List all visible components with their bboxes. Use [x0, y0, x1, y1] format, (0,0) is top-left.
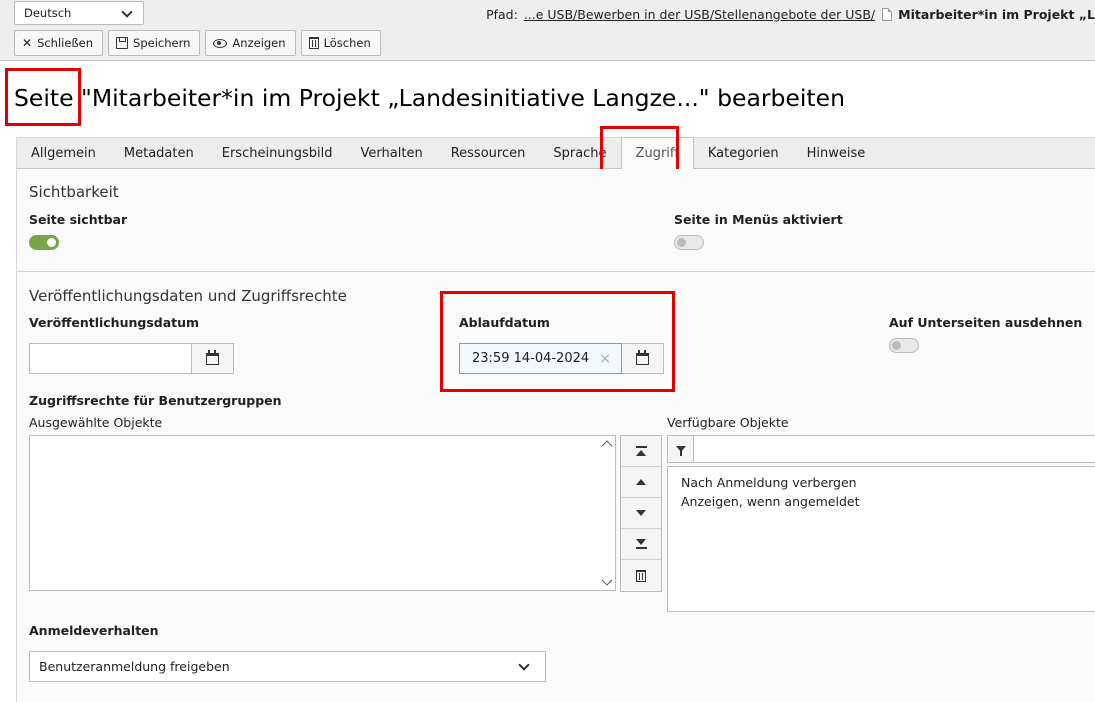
- trash-icon: [308, 37, 319, 49]
- delete-button-label: Löschen: [323, 36, 371, 50]
- login-behaviour-value: Benutzeranmeldung freigeben: [39, 659, 230, 674]
- login-behaviour-label: Anmeldeverhalten: [29, 623, 159, 638]
- save-button-label: Speichern: [133, 36, 191, 50]
- page-icon: [882, 7, 893, 21]
- page-title-rest: "Mitarbeiter*in im Projekt „Landesinitia…: [73, 84, 845, 112]
- toggle-knob: [47, 238, 56, 247]
- tab-ressourcen[interactable]: Ressourcen: [437, 138, 540, 169]
- tab-verhalten[interactable]: Verhalten: [347, 138, 437, 169]
- save-button[interactable]: Speichern: [108, 30, 201, 56]
- tab-metadaten[interactable]: Metadaten: [110, 138, 208, 169]
- page-visible-label: Seite sichtbar: [29, 212, 128, 227]
- available-objects-label: Verfügbare Objekte: [667, 415, 789, 430]
- chevron-down-icon: [518, 659, 530, 671]
- expiry-date-calendar-button[interactable]: [622, 343, 664, 374]
- tab-allgemein[interactable]: Allgemein: [17, 138, 110, 169]
- available-filter-input[interactable]: [695, 436, 1095, 462]
- move-buttons: [620, 435, 662, 592]
- arrow-down-icon: [636, 510, 646, 516]
- move-down-button[interactable]: [621, 498, 661, 529]
- path-label: Pfad:: [486, 6, 518, 22]
- docheader: Deutsch Pfad: ...e USB/Bewerben in der U…: [0, 0, 1095, 61]
- available-filter-row: [667, 435, 1095, 463]
- move-to-top-button[interactable]: [621, 436, 661, 467]
- trash-icon: [636, 569, 646, 582]
- selected-objects-label: Ausgewählte Objekte: [29, 415, 163, 430]
- move-to-bottom-button[interactable]: [621, 529, 661, 560]
- usergroups-label: Zugriffsrechte für Benutzergruppen: [29, 393, 282, 408]
- scroll-down-icon[interactable]: [601, 574, 613, 586]
- toggle-knob: [892, 341, 901, 350]
- close-icon: ✕: [22, 36, 33, 50]
- expiry-date-value: 23:59 14-04-2024: [472, 351, 590, 366]
- menu-enabled-label: Seite in Menüs aktiviert: [674, 212, 843, 227]
- delete-button[interactable]: Löschen: [300, 30, 381, 56]
- close-button-label: Schließen: [37, 36, 94, 50]
- view-button[interactable]: Anzeigen: [205, 30, 296, 56]
- tab-erscheinungsbild[interactable]: Erscheinungsbild: [208, 138, 347, 169]
- language-select-value: Deutsch: [24, 6, 72, 20]
- section-divider: [17, 271, 1095, 272]
- tab-sprache[interactable]: Sprache: [539, 138, 620, 169]
- scroll-up-icon[interactable]: [601, 440, 613, 452]
- extend-subpages-label: Auf Unterseiten ausdehnen: [889, 315, 1083, 330]
- calendar-icon: [206, 349, 219, 365]
- tab-kategorien[interactable]: Kategorien: [694, 138, 793, 169]
- clear-icon[interactable]: ×: [599, 351, 611, 367]
- page-title: Seite "Mitarbeiter*in im Projekt „Landes…: [14, 84, 845, 112]
- tab-bar: Allgemein Metadaten Erscheinungsbild Verhal…: [16, 137, 1095, 169]
- page-visible-toggle[interactable]: [29, 235, 59, 250]
- toggle-knob: [677, 238, 686, 247]
- save-icon: [116, 37, 129, 49]
- page-title-prefix: Seite: [14, 84, 74, 112]
- remove-item-button[interactable]: [621, 560, 661, 591]
- expiry-date-input[interactable]: 23:59 14-04-2024 ×: [459, 343, 622, 374]
- extend-subpages-toggle[interactable]: [889, 338, 919, 353]
- login-behaviour-select[interactable]: Benutzeranmeldung freigeben: [29, 651, 546, 682]
- selected-objects-list[interactable]: [29, 435, 616, 591]
- access-section-title: Veröffentlichungsdaten und Zugriffsrecht…: [29, 287, 347, 305]
- move-up-button[interactable]: [621, 467, 661, 498]
- tab-zugriff[interactable]: Zugriff: [620, 137, 694, 169]
- expiry-date-label: Ablaufdatum: [459, 315, 550, 330]
- toolbar: ✕ Schließen Speichern Anzeigen Löschen: [14, 30, 381, 56]
- available-objects-list[interactable]: Nach Anmeldung verbergen Anzeigen, wenn …: [667, 466, 1095, 612]
- tab-hinweise[interactable]: Hinweise: [793, 138, 880, 169]
- breadcrumb: Pfad: ...e USB/Bewerben in der USB/Stell…: [486, 4, 1095, 24]
- view-button-label: Anzeigen: [232, 36, 286, 50]
- calendar-icon: [636, 349, 649, 365]
- access-panel: Sichtbarkeit Seite sichtbar Seite in Men…: [16, 169, 1095, 702]
- path-link[interactable]: ...e USB/Bewerben in der USB/Stellenange…: [524, 7, 875, 22]
- language-select[interactable]: Deutsch: [14, 1, 144, 25]
- chevron-down-icon: [121, 6, 133, 18]
- publish-date-calendar-button[interactable]: [192, 343, 234, 374]
- visibility-section-title: Sichtbarkeit: [29, 183, 119, 201]
- menu-enabled-toggle[interactable]: [674, 235, 704, 250]
- filter-icon: [668, 436, 694, 462]
- eye-icon: [213, 38, 228, 48]
- close-button[interactable]: ✕ Schließen: [14, 30, 104, 56]
- available-item[interactable]: Anzeigen, wenn angemeldet: [681, 494, 860, 509]
- publish-date-input[interactable]: [29, 343, 192, 374]
- available-item[interactable]: Nach Anmeldung verbergen: [681, 475, 857, 490]
- arrow-up-icon: [636, 479, 646, 485]
- publish-date-label: Veröffentlichungsdatum: [29, 315, 200, 330]
- path-page-title: Mitarbeiter*in im Projekt „L: [898, 6, 1095, 22]
